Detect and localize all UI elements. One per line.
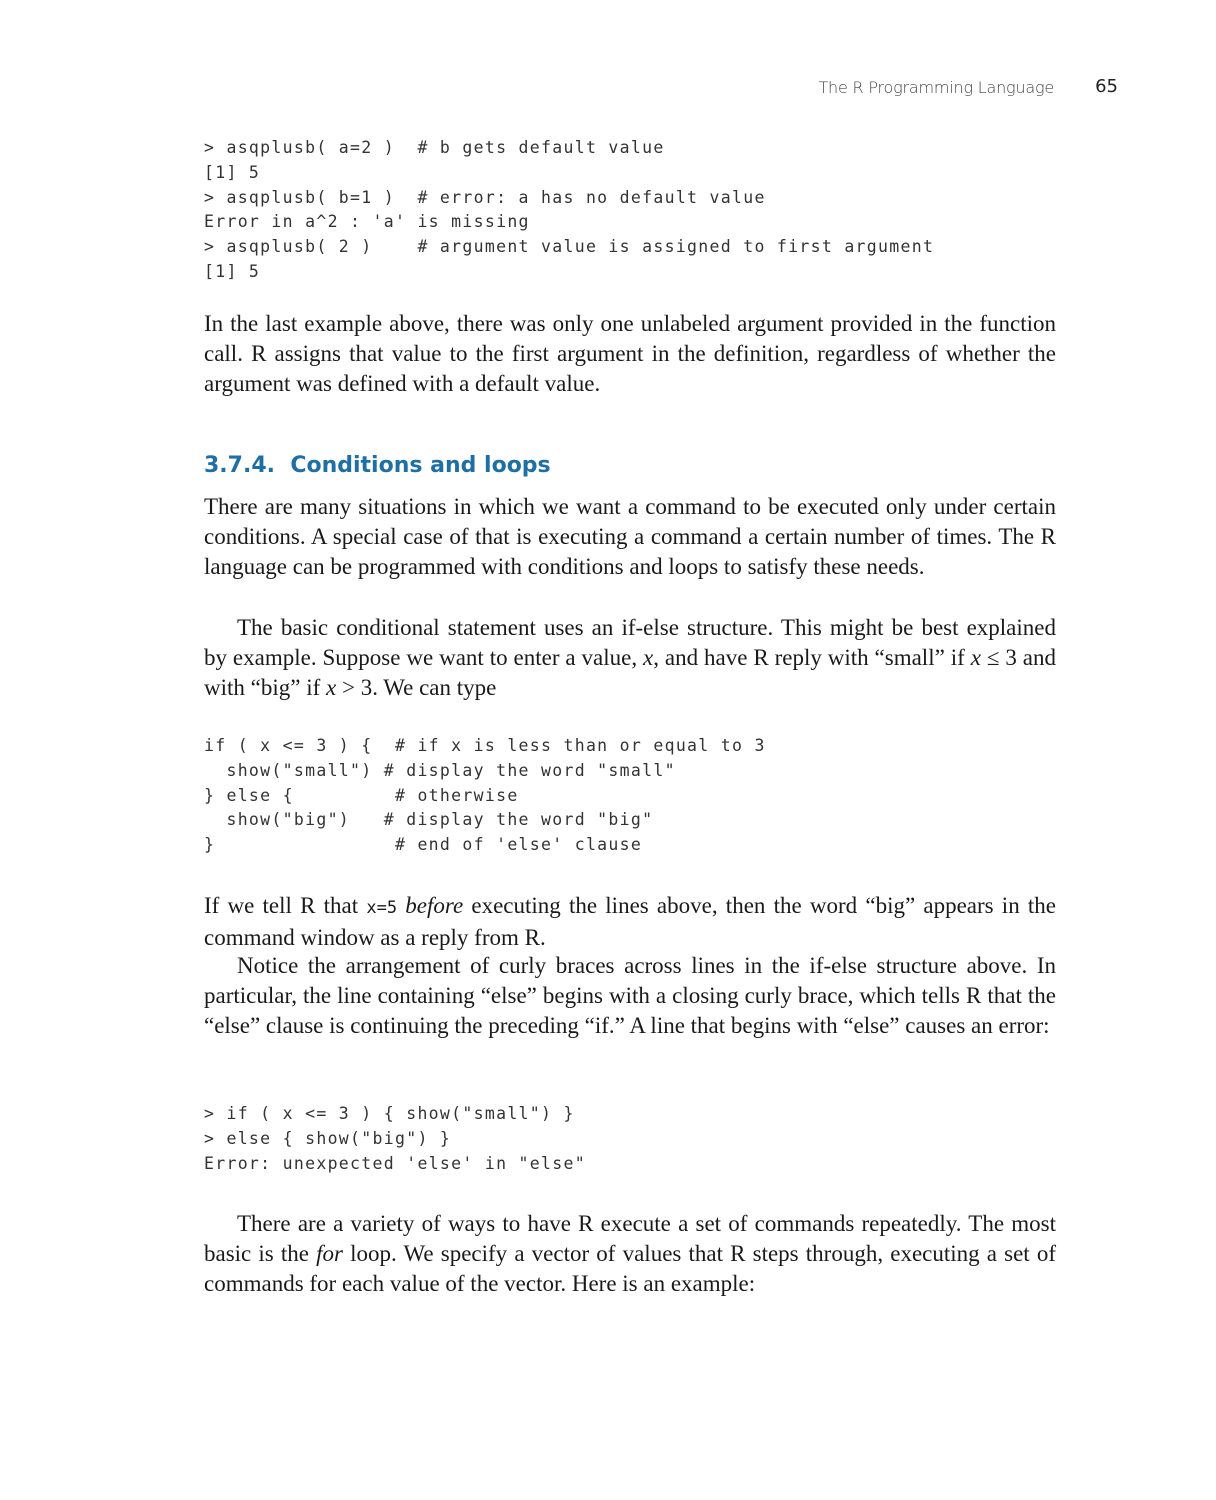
code-line: > asqplusb( 2 ) # argument value is assi… <box>204 237 935 257</box>
section-heading: 3.7.4. Conditions and loops <box>204 453 551 478</box>
variable-x: x <box>642 645 654 670</box>
code-line: show("big") # display the word "big" <box>204 810 654 830</box>
code-line: > asqplusb( b=1 ) # error: a has no defa… <box>204 187 766 207</box>
code-line: } # end of 'else' clause <box>204 835 643 855</box>
code-line: [1] 5 <box>204 261 261 281</box>
code-line: if ( x <= 3 ) { # if x is less than or e… <box>204 736 766 755</box>
text-run: If we tell R that <box>204 893 367 918</box>
variable-x: x <box>326 675 337 700</box>
paragraph-if-else-intro: The basic conditional statement uses an … <box>204 613 1056 703</box>
paragraph-for-loop-intro: There are a variety of ways to have R ex… <box>204 1209 1056 1299</box>
code-line: show("small") # display the word "small" <box>204 760 676 780</box>
emphasis-for: for <box>316 1241 343 1266</box>
page-header: The R Programming Language 65 <box>0 76 1216 106</box>
code-line: } else { # otherwise <box>204 785 519 805</box>
page-number: 65 <box>1095 76 1118 97</box>
paragraph-x-equals-5: If we tell R that x=5 before executing t… <box>204 891 1056 953</box>
variable-x: x <box>970 645 981 670</box>
inline-code: x=5 <box>366 898 398 918</box>
code-line: > else { show("big") } <box>204 1128 452 1148</box>
code-line: [1] 5 <box>204 162 261 182</box>
code-line: Error in a^2 : 'a' is missing <box>204 212 530 232</box>
code-line: > asqplusb( a=2 ) # b gets default value <box>204 138 665 157</box>
paragraph-curly-braces: Notice the arrangement of curly braces a… <box>204 953 1056 1038</box>
paragraph-conditions-intro: There are many situations in which we wa… <box>204 494 1056 579</box>
text-run: , and have R reply with “small” if <box>653 645 971 670</box>
paragraph-unlabeled-argument: In the last example above, there was onl… <box>204 311 1056 396</box>
text-run: > 3. We can type <box>336 675 497 700</box>
code-block-if-else: if ( x <= 3 ) { # if x is less than or e… <box>204 734 766 858</box>
section-title: Conditions and loops <box>290 453 551 478</box>
emphasis-before: before <box>405 893 464 918</box>
running-title: The R Programming Language <box>818 78 1054 97</box>
code-block-else-error: > if ( x <= 3 ) { show("small") } > else … <box>204 1102 586 1176</box>
code-block-asqplusb: > asqplusb( a=2 ) # b gets default value… <box>204 136 934 285</box>
code-line: > if ( x <= 3 ) { show("small") } <box>204 1104 575 1123</box>
code-line: Error: unexpected 'else' in "else" <box>204 1153 586 1173</box>
section-number: 3.7.4. <box>204 453 275 478</box>
